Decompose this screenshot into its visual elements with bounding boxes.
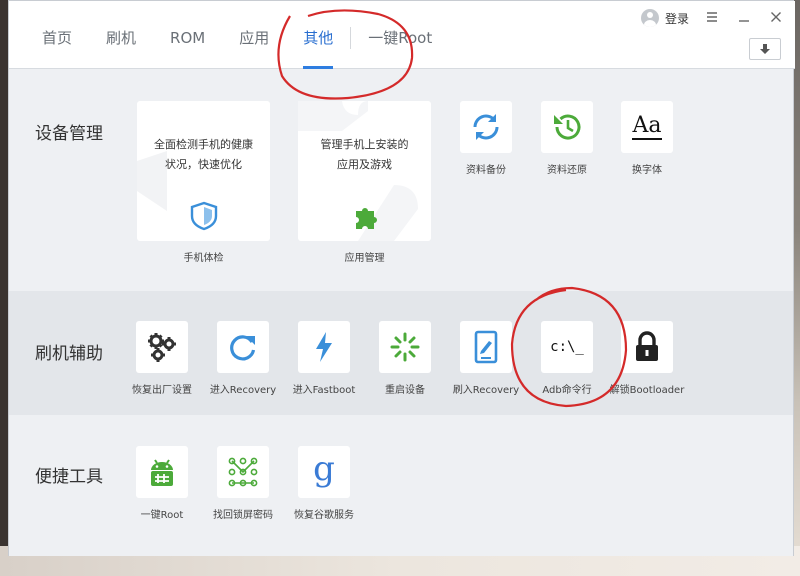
avatar-icon bbox=[640, 9, 659, 27]
tile bbox=[541, 101, 593, 153]
menu-icon[interactable] bbox=[703, 9, 721, 27]
minimize-icon[interactable] bbox=[735, 9, 753, 27]
app-manager-card[interactable]: 管理手机上安装的 应用及游戏 bbox=[298, 101, 431, 241]
tab-home[interactable]: 首页 bbox=[25, 1, 89, 69]
health-check-label: 手机体检 bbox=[183, 253, 224, 264]
history-icon bbox=[554, 114, 581, 140]
section-title: 刷机辅助 bbox=[35, 344, 103, 364]
pattern-lock-icon bbox=[228, 457, 258, 487]
tile bbox=[460, 321, 512, 373]
flash-recovery-item[interactable]: 刷入Recovery bbox=[441, 321, 531, 396]
download-button[interactable] bbox=[749, 38, 781, 60]
recover-lock-password-item[interactable]: 找回锁屏密码 bbox=[198, 446, 288, 521]
backup-item[interactable]: 资料备份 bbox=[441, 101, 531, 176]
puzzle-icon bbox=[355, 208, 377, 229]
section-title: 设备管理 bbox=[35, 124, 103, 144]
tile: g bbox=[298, 446, 350, 498]
terminal-icon: c:\_ bbox=[550, 339, 584, 355]
header: 首页 刷机 ROM 应用 其他 一键Root 登录 bbox=[9, 1, 795, 69]
tablet-edit-icon bbox=[474, 330, 498, 364]
font-icon: Aa bbox=[632, 113, 662, 140]
tab-flash[interactable]: 刷机 bbox=[89, 1, 153, 69]
login-label: 登录 bbox=[664, 11, 689, 26]
tile bbox=[298, 321, 350, 373]
health-check-card[interactable]: 全面检测手机的健康 状况，快速优化 bbox=[137, 101, 270, 241]
tile bbox=[136, 446, 188, 498]
restore-google-services-item[interactable]: g 恢复谷歌服务 bbox=[279, 446, 369, 521]
restore-item[interactable]: 资料还原 bbox=[522, 101, 612, 176]
section-device-management: 设备管理 全面检测手机的健康 状况，快速优化 手机体检 管理手机上安装的 应用及… bbox=[9, 69, 793, 291]
enter-recovery-item[interactable]: 进入Recovery bbox=[198, 321, 288, 396]
gears-icon bbox=[148, 333, 176, 362]
section-quick-tools: 便捷工具 一键Root 找回锁屏密码 g 恢复谷歌服务 bbox=[9, 415, 793, 556]
tab-other[interactable]: 其他 bbox=[286, 1, 350, 69]
tile: c:\_ bbox=[541, 321, 593, 373]
tile bbox=[460, 101, 512, 153]
tile bbox=[621, 321, 673, 373]
tile bbox=[217, 446, 269, 498]
tile bbox=[136, 321, 188, 373]
unlock-bootloader-item[interactable]: 解锁Bootloader bbox=[602, 321, 692, 396]
tile: Aa bbox=[621, 101, 673, 153]
lock-icon bbox=[636, 331, 658, 361]
app-window: 首页 刷机 ROM 应用 其他 一键Root 登录 设备管理 全面检测手机的健康… bbox=[8, 0, 795, 556]
lightning-icon bbox=[316, 332, 332, 362]
enter-fastboot-item[interactable]: 进入Fastboot bbox=[279, 321, 369, 396]
app-manager-label: 应用管理 bbox=[344, 253, 385, 264]
tile bbox=[217, 321, 269, 373]
section-flash-assist: 刷机辅助 恢复出厂设置 进入Recovery 进入Fastboot 重启设备 刷… bbox=[9, 291, 793, 415]
tab-apps[interactable]: 应用 bbox=[222, 1, 286, 69]
shield-icon bbox=[190, 201, 217, 231]
tile bbox=[379, 321, 431, 373]
loading-icon bbox=[390, 332, 420, 362]
factory-reset-item[interactable]: 恢复出厂设置 bbox=[117, 321, 207, 396]
login-button[interactable]: 登录 bbox=[640, 9, 689, 27]
sync-icon bbox=[473, 114, 499, 140]
android-root-icon bbox=[151, 459, 173, 486]
card-description: 管理手机上安装的 应用及游戏 bbox=[320, 138, 409, 171]
download-arrow-icon bbox=[760, 44, 770, 54]
tab-one-click-root[interactable]: 一键Root bbox=[351, 1, 449, 69]
tab-rom[interactable]: ROM bbox=[153, 1, 222, 69]
one-click-root-item[interactable]: 一键Root bbox=[117, 446, 207, 521]
adb-console-item[interactable]: c:\_ Adb命令行 bbox=[522, 321, 612, 396]
reboot-device-item[interactable]: 重启设备 bbox=[360, 321, 450, 396]
card-description: 全面检测手机的健康 状况，快速优化 bbox=[154, 138, 253, 171]
section-title: 便捷工具 bbox=[35, 467, 103, 487]
window-controls: 登录 bbox=[640, 9, 785, 27]
tab-bar: 首页 刷机 ROM 应用 其他 一键Root bbox=[25, 1, 449, 69]
google-icon: g bbox=[313, 449, 335, 489]
close-icon[interactable] bbox=[767, 9, 785, 27]
change-font-item[interactable]: Aa 换字体 bbox=[602, 101, 692, 176]
refresh-icon bbox=[230, 335, 256, 361]
